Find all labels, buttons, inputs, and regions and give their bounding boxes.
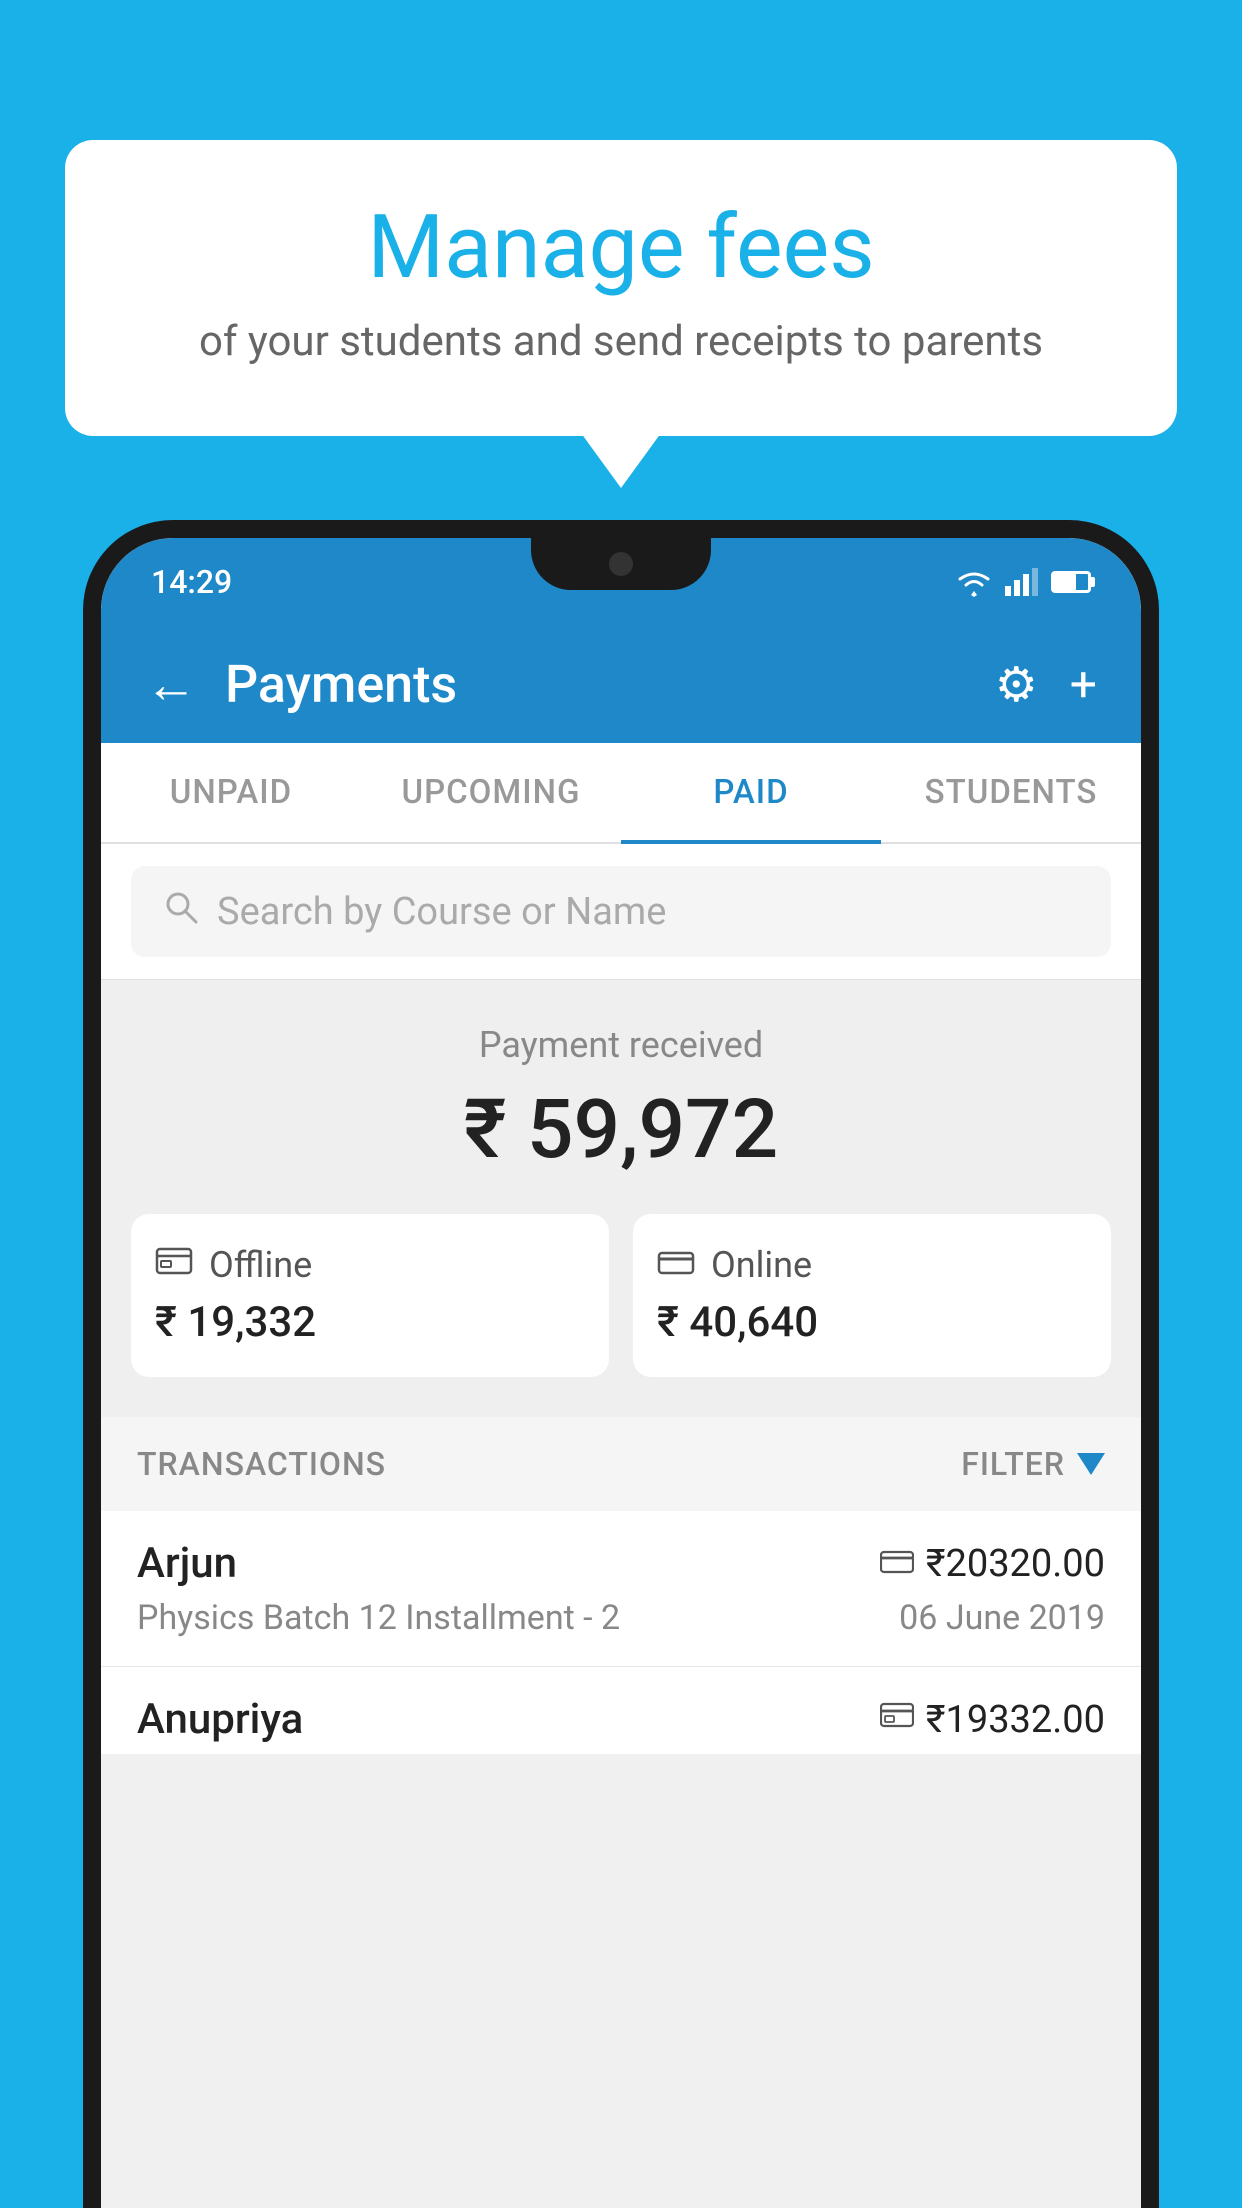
speech-bubble-container: Manage fees of your students and send re… [65, 140, 1177, 436]
transaction-date: 06 June 2019 [899, 1598, 1105, 1638]
transaction-row-partial[interactable]: Anupriya ₹19332.00 [101, 1667, 1141, 1754]
transaction-amount: ₹20320.00 [926, 1542, 1105, 1586]
offline-card: Offline ₹ 19,332 [131, 1214, 609, 1377]
speech-bubble-subtitle: of your students and send receipts to pa… [145, 317, 1097, 366]
payment-summary: Payment received ₹ 59,972 Offline [101, 980, 1141, 1417]
total-amount: ₹ 59,972 [131, 1082, 1111, 1178]
speech-bubble-title: Manage fees [145, 200, 1097, 297]
transaction-amount-wrap-2: ₹19332.00 [880, 1698, 1105, 1742]
status-time: 14:29 [151, 563, 232, 601]
tab-students[interactable]: STUDENTS [881, 743, 1141, 842]
online-card: Online ₹ 40,640 [633, 1214, 1111, 1377]
status-icons [955, 567, 1091, 597]
phone-frame: 14:29 [83, 520, 1159, 2208]
online-card-header: Online [657, 1244, 812, 1286]
transactions-label: TRANSACTIONS [137, 1445, 386, 1483]
offline-payment-icon [880, 1700, 914, 1740]
transaction-amount-wrap: ₹20320.00 [880, 1542, 1105, 1586]
tab-upcoming[interactable]: UPCOMING [361, 743, 621, 842]
wifi-icon [955, 567, 993, 597]
filter-button[interactable]: FILTER [961, 1445, 1105, 1483]
settings-button[interactable]: ⚙ [995, 656, 1038, 713]
transaction-top-2: Anupriya ₹19332.00 [137, 1695, 1105, 1744]
transaction-row[interactable]: Arjun ₹20320.00 Physics Batch 12 Install… [101, 1511, 1141, 1667]
online-label: Online [711, 1244, 812, 1286]
speech-bubble: Manage fees of your students and send re… [65, 140, 1177, 436]
offline-icon [155, 1244, 193, 1286]
payment-cards: Offline ₹ 19,332 Online [131, 1214, 1111, 1377]
offline-card-header: Offline [155, 1244, 312, 1286]
signal-icon [1005, 568, 1039, 596]
header-title: Payments [225, 654, 995, 715]
online-amount: ₹ 40,640 [657, 1298, 818, 1347]
tab-paid[interactable]: PAID [621, 743, 881, 842]
notch [531, 538, 711, 590]
camera-dot [609, 552, 633, 576]
tabs-container: UNPAID UPCOMING PAID STUDENTS [101, 743, 1141, 844]
transaction-bottom: Physics Batch 12 Installment - 2 06 June… [137, 1598, 1105, 1638]
online-icon [657, 1244, 695, 1286]
transaction-course: Physics Batch 12 Installment - 2 [137, 1598, 620, 1638]
status-bar: 14:29 [101, 538, 1141, 626]
offline-amount: ₹ 19,332 [155, 1298, 316, 1347]
transaction-amount-2: ₹19332.00 [926, 1698, 1105, 1742]
filter-icon [1077, 1453, 1105, 1475]
back-button[interactable]: ← [145, 659, 197, 711]
offline-label: Offline [209, 1244, 312, 1286]
search-container: Search by Course or Name [101, 844, 1141, 980]
search-icon [163, 888, 199, 935]
battery-icon [1051, 571, 1091, 593]
add-button[interactable]: + [1070, 656, 1097, 713]
transaction-top: Arjun ₹20320.00 [137, 1539, 1105, 1588]
filter-label: FILTER [961, 1445, 1065, 1483]
header-icons: ⚙ + [995, 656, 1097, 713]
app-header: ← Payments ⚙ + [101, 626, 1141, 743]
search-placeholder: Search by Course or Name [217, 890, 666, 934]
transaction-name-2: Anupriya [137, 1695, 303, 1744]
payment-received-label: Payment received [131, 1024, 1111, 1066]
transaction-name: Arjun [137, 1539, 237, 1588]
online-payment-icon [880, 1544, 914, 1584]
transactions-header: TRANSACTIONS FILTER [101, 1417, 1141, 1511]
search-bar[interactable]: Search by Course or Name [131, 866, 1111, 957]
tab-unpaid[interactable]: UNPAID [101, 743, 361, 842]
phone-screen: 14:29 [101, 538, 1141, 2208]
